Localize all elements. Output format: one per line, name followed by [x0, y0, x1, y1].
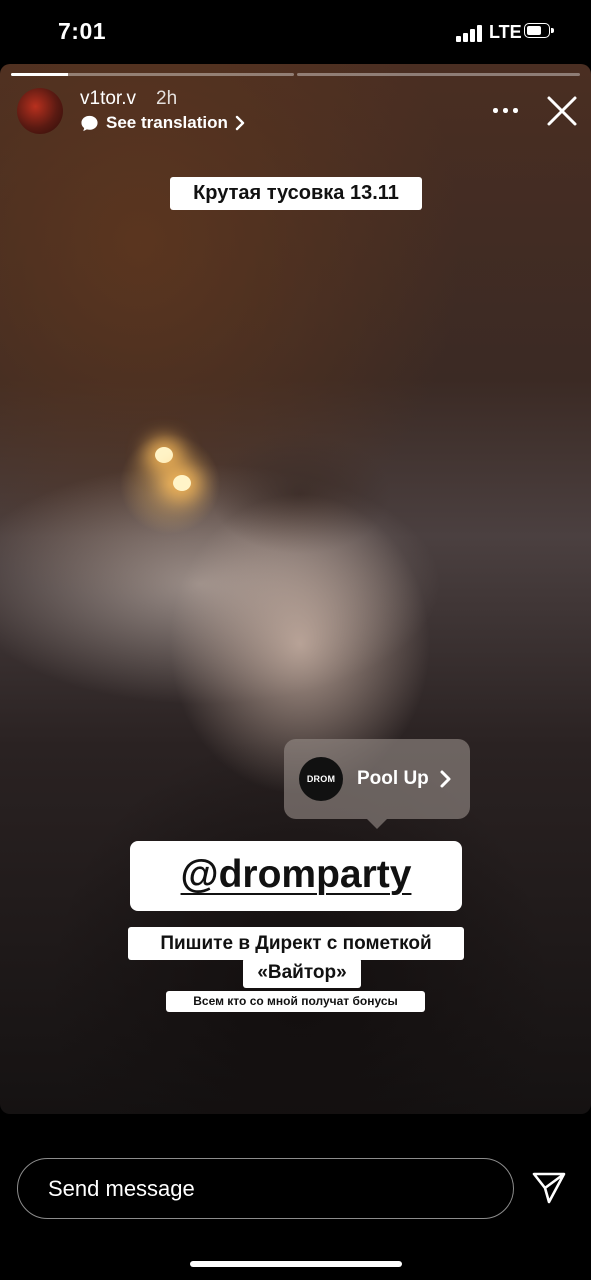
- link-sticker[interactable]: DROM Pool Up: [284, 739, 470, 819]
- close-button[interactable]: [545, 94, 579, 128]
- chevron-right-icon: [235, 115, 245, 131]
- avatar[interactable]: [17, 88, 63, 134]
- send-message-input[interactable]: Send message: [17, 1158, 514, 1219]
- chevron-right-icon: [440, 770, 451, 788]
- close-icon: [547, 96, 577, 126]
- link-sticker-label: Pool Up: [357, 768, 429, 789]
- story-title-sticker: Крутая тусовка 13.11: [170, 177, 422, 210]
- see-translation-label: See translation: [106, 113, 228, 132]
- paper-plane-icon: [532, 1172, 566, 1204]
- link-sticker-tail: [367, 819, 387, 829]
- battery-icon: [524, 23, 554, 40]
- send-message-placeholder: Send message: [48, 1176, 195, 1201]
- drom-logo: DROM: [299, 757, 343, 801]
- story-progress-segment-1: [11, 73, 294, 76]
- status-time: 7:01: [58, 18, 107, 44]
- background-light: [173, 475, 191, 491]
- mention-sticker[interactable]: @dromparty: [130, 841, 462, 911]
- story-time-ago: 2h: [156, 88, 178, 109]
- cellular-signal-icon: [456, 24, 482, 42]
- caption-line-1: Пишите в Директ с пометкой: [128, 927, 464, 960]
- more-options-button[interactable]: [490, 100, 522, 120]
- background-light: [155, 447, 173, 463]
- story-username[interactable]: v1tor.v: [80, 88, 136, 110]
- mention-text: @dromparty: [180, 853, 412, 896]
- home-indicator: [190, 1261, 402, 1267]
- send-button[interactable]: [530, 1171, 568, 1205]
- status-bar: 7:01 LTE: [0, 0, 591, 64]
- caption-line-2: «Вайтор»: [243, 958, 361, 988]
- network-type: LTE: [489, 22, 522, 42]
- bonus-caption: Всем кто со мной получат бонусы: [166, 991, 425, 1012]
- see-translation-link[interactable]: See translation: [80, 113, 253, 133]
- story-progress-segment-2: [297, 73, 580, 76]
- speech-bubble-icon: [81, 115, 98, 131]
